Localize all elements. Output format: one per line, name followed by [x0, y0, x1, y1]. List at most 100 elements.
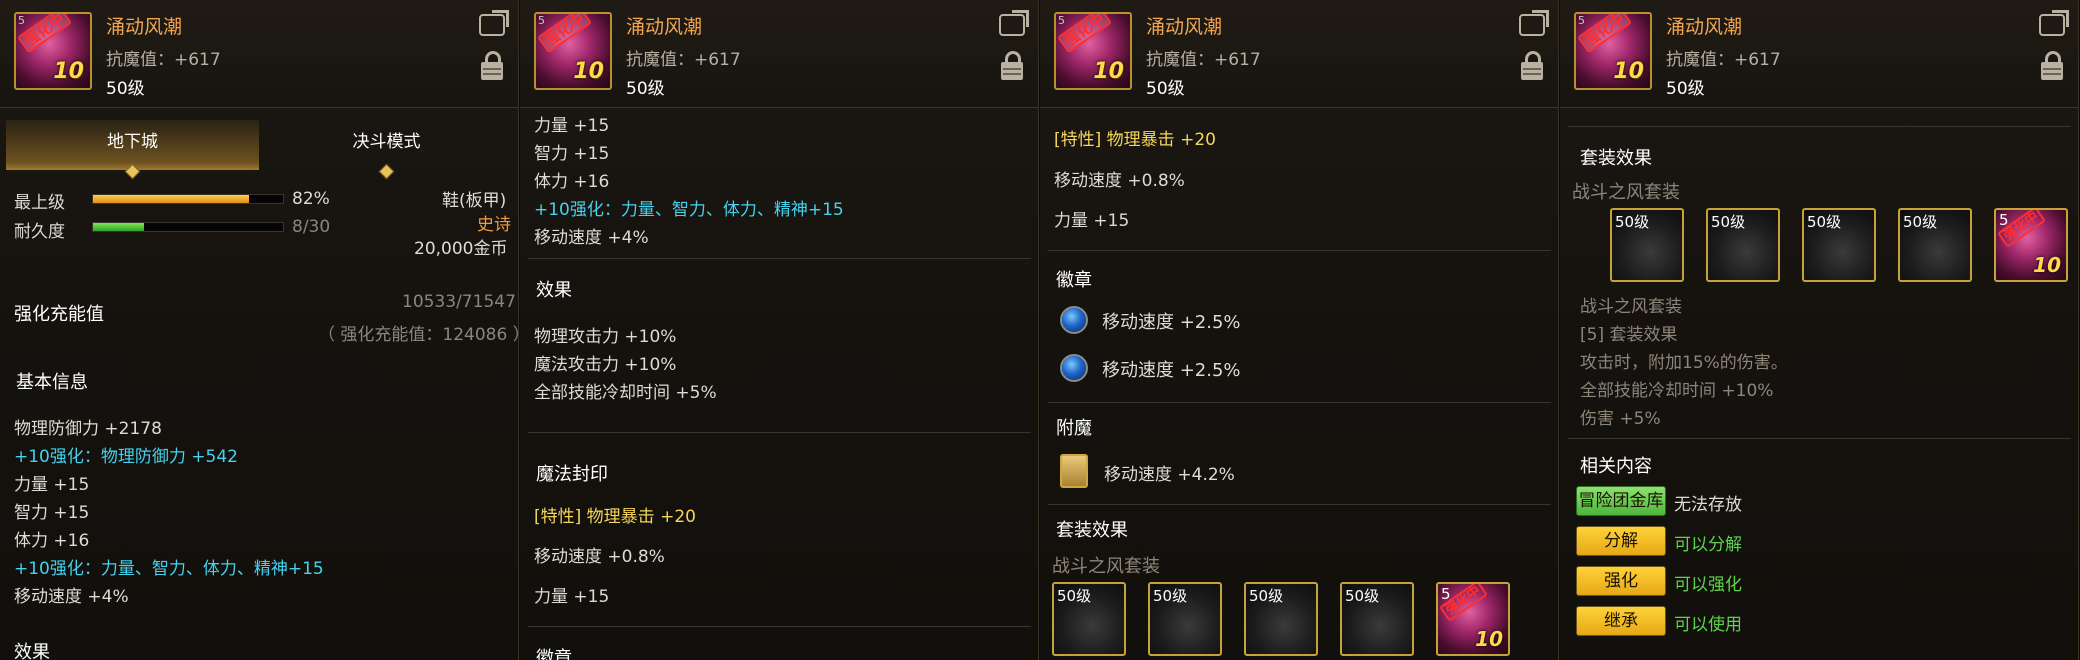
- mode-tabs: 地下城 决斗模式: [6, 120, 513, 180]
- emblem-line: 移动速度 +2.5%: [1102, 312, 1241, 333]
- divider: [528, 432, 1031, 433]
- item-name: 涌动风潮: [1146, 16, 1223, 38]
- rarity: 史诗: [477, 215, 511, 235]
- enhance-button[interactable]: 强化: [1576, 566, 1666, 596]
- disassemble-button[interactable]: 分解: [1576, 526, 1666, 556]
- slot-level: 50级: [1153, 587, 1188, 605]
- effect-title: 效果: [536, 280, 572, 301]
- grade-bar: [92, 194, 284, 204]
- enchant-line: 移动速度 +4.2%: [1104, 465, 1235, 485]
- adventure-vault-button[interactable]: 冒险团金库: [1576, 486, 1666, 516]
- stat-line: 体力 +16: [534, 172, 610, 192]
- item-header: 5 强化中 10 涌动风潮 抗魔值：+617 50级: [1040, 0, 1558, 108]
- set-name: 战斗之风套装: [1052, 556, 1160, 577]
- enhancing-stamp: 强化中: [1057, 14, 1112, 54]
- divider: [1048, 504, 1551, 505]
- set-piece-slot[interactable]: 50级: [1148, 582, 1222, 656]
- set-piece-slot[interactable]: 50级: [1340, 582, 1414, 656]
- slot-level: 50级: [1057, 587, 1092, 605]
- set-line: 攻击时，附加15%的伤害。: [1580, 353, 1788, 373]
- stat-line: 移动速度 +4%: [14, 587, 129, 607]
- divider: [528, 626, 1031, 627]
- enchant-title: 附魔: [1056, 418, 1092, 439]
- enhancing-stamp: 强化中: [1577, 14, 1632, 54]
- set-piece-slot[interactable]: 50级: [1802, 208, 1876, 282]
- set-piece-slot[interactable]: 50级: [1244, 582, 1318, 656]
- share-icon[interactable]: [1519, 14, 1545, 36]
- item-header: 5 强化中 10 涌动风潮 抗魔值：+617 50级: [520, 0, 1038, 108]
- tooltip-body: 地下城 决斗模式 最上级 82% 耐久度 8/30 鞋(板甲) 史诗 20,00…: [0, 108, 519, 660]
- stat-line: 力量 +15: [534, 116, 610, 136]
- tab-indicator-icon: [378, 163, 395, 180]
- lock-icon[interactable]: [1521, 51, 1543, 80]
- item-tooltip-panel-4: 5 强化中 10 涌动风潮 抗魔值：+617 50级 套装效果 战斗之风套装 5…: [1560, 0, 2079, 660]
- effect-title-cut: 效果: [14, 642, 50, 660]
- share-icon[interactable]: [479, 14, 505, 36]
- enhance-level: 10: [1613, 59, 1644, 84]
- item-icon-corner: 5: [1058, 14, 1065, 27]
- blue-emblem-icon: [1060, 306, 1088, 334]
- item-magic-resist: 抗魔值：+617: [106, 50, 221, 70]
- price: 20,000金币: [414, 239, 508, 259]
- charge-sub: （ 强化充能值：124086 ）: [318, 325, 519, 345]
- item-name: 涌动风潮: [106, 16, 183, 38]
- share-icon[interactable]: [2039, 14, 2065, 36]
- set-piece-slot[interactable]: 50级: [1052, 582, 1126, 656]
- item-level: 50级: [1666, 79, 1705, 99]
- emblem-title-cut: 徽章: [536, 648, 572, 660]
- lock-icon[interactable]: [1001, 51, 1023, 80]
- emblem-title: 徽章: [1056, 270, 1092, 291]
- related-title: 相关内容: [1580, 456, 1652, 477]
- effect-line: 全部技能冷却时间 +5%: [534, 383, 717, 403]
- item-name: 涌动风潮: [626, 16, 703, 38]
- vault-status: 无法存放: [1674, 495, 1742, 515]
- set-name: 战斗之风套装: [1572, 182, 1680, 203]
- slot-level: 50级: [1903, 213, 1938, 231]
- tab-dungeon[interactable]: 地下城: [6, 120, 259, 180]
- tab-dungeon-label: 地下城: [107, 132, 158, 152]
- item-magic-resist: 抗魔值：+617: [626, 50, 741, 70]
- lock-icon[interactable]: [481, 51, 503, 80]
- slot-type: 鞋(板甲): [442, 191, 507, 211]
- enhance-level: 10: [53, 59, 84, 84]
- divider: [1568, 438, 2071, 439]
- slot-level: 50级: [1249, 587, 1284, 605]
- seal-special: [特性] 物理暴击 +20: [534, 507, 696, 527]
- grade-label: 最上级: [14, 193, 65, 213]
- set-line: 伤害 +5%: [1580, 409, 1661, 429]
- durability-label: 耐久度: [14, 222, 65, 242]
- stat-line: +10强化：物理防御力 +542: [14, 447, 238, 467]
- divider: [528, 258, 1031, 259]
- item-icon: 5 强化中 10: [14, 12, 92, 90]
- stat-line: 移动速度 +4%: [534, 228, 649, 248]
- inherit-button[interactable]: 继承: [1576, 606, 1666, 636]
- divider: [1048, 250, 1551, 251]
- stat-line: 智力 +15: [14, 503, 90, 523]
- set-piece-slot-current[interactable]: 5 强化中 10: [1436, 582, 1510, 656]
- seal-line: 移动速度 +0.8%: [534, 547, 665, 567]
- set-count: [5] 套装效果: [1580, 325, 1678, 345]
- stat-line: +10强化：力量、智力、体力、精神+15: [14, 559, 324, 579]
- enhance-level: 10: [1093, 59, 1124, 84]
- divider: [1568, 126, 2071, 127]
- item-tooltip-panel-1: 5 强化中 10 涌动风潮 抗魔值：+617 50级 地下城 决斗模式 最上级 …: [0, 0, 519, 660]
- slot-level: 50级: [1345, 587, 1380, 605]
- durability-value: 8/30: [292, 217, 331, 237]
- seal-line: 力量 +15: [1054, 211, 1130, 231]
- stat-line: +10强化：力量、智力、体力、精神+15: [534, 200, 844, 220]
- seal-line: 移动速度 +0.8%: [1054, 171, 1185, 191]
- durability-bar: [92, 222, 284, 232]
- emblem-line: 移动速度 +2.5%: [1102, 360, 1241, 381]
- tab-pvp[interactable]: 决斗模式: [260, 120, 513, 180]
- stat-line: 智力 +15: [534, 144, 610, 164]
- slot-level: 50级: [1711, 213, 1746, 231]
- set-piece-slot[interactable]: 50级: [1610, 208, 1684, 282]
- set-piece-slot[interactable]: 50级: [1898, 208, 1972, 282]
- set-name-detail: 战斗之风套装: [1580, 297, 1682, 317]
- share-icon[interactable]: [999, 14, 1025, 36]
- set-piece-slot-current[interactable]: 5 强化中 10: [1994, 208, 2068, 282]
- item-icon: 5 强化中 10: [534, 12, 612, 90]
- lock-icon[interactable]: [2041, 51, 2063, 80]
- set-piece-slot[interactable]: 50级: [1706, 208, 1780, 282]
- enhance-level: 10: [2033, 253, 2061, 277]
